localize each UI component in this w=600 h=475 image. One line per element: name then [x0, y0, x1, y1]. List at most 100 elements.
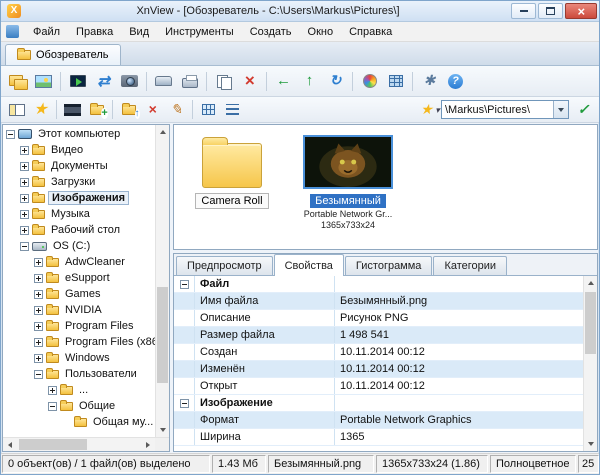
- tree-item-adwcleaner[interactable]: AdwCleaner: [3, 254, 155, 270]
- collapse-minus-icon[interactable]: [180, 280, 189, 289]
- property-row-filename[interactable]: Имя файла Безымянный.png: [174, 293, 583, 310]
- expand-plus-icon[interactable]: [34, 338, 43, 347]
- tab-browser[interactable]: Обозреватель: [5, 44, 121, 65]
- tree-item-esupport[interactable]: eSupport: [3, 270, 155, 286]
- tree-item-os-c[interactable]: OS (C:): [3, 238, 155, 254]
- grid-view-icon[interactable]: [383, 69, 408, 93]
- favorites-button[interactable]: [29, 99, 52, 120]
- maximize-button[interactable]: [538, 3, 563, 19]
- filmstrip-button[interactable]: [61, 99, 84, 120]
- tree-item-public-music[interactable]: Общая му...: [3, 414, 155, 430]
- tree-item-desktop[interactable]: Рабочий стол: [3, 222, 155, 238]
- expand-plus-icon[interactable]: [34, 274, 43, 283]
- expand-plus-icon[interactable]: [34, 290, 43, 299]
- list-view-button[interactable]: [221, 99, 244, 120]
- tree-item-program-files-x86[interactable]: Program Files (x86: [3, 334, 155, 350]
- tab-histogram[interactable]: Гистограмма: [345, 256, 433, 275]
- collapse-minus-icon[interactable]: [48, 402, 57, 411]
- menu-edit[interactable]: Правка: [68, 24, 121, 40]
- tree-item-video[interactable]: Видео: [3, 142, 155, 158]
- view-image-icon[interactable]: [31, 69, 56, 93]
- new-folder-button[interactable]: [85, 99, 108, 120]
- delete-icon[interactable]: [237, 69, 262, 93]
- minimize-button[interactable]: [511, 3, 536, 19]
- acquire-icon[interactable]: [151, 69, 176, 93]
- property-row-filesize[interactable]: Размер файла 1 498 541: [174, 327, 583, 344]
- expand-plus-icon[interactable]: [20, 146, 29, 155]
- tree-item-windows[interactable]: Windows: [3, 350, 155, 366]
- property-row-description[interactable]: Описание Рисунок PNG: [174, 310, 583, 327]
- expand-plus-icon[interactable]: [20, 226, 29, 235]
- tree-item-ellipsis[interactable]: ...: [3, 382, 155, 398]
- scroll-right-button[interactable]: [141, 438, 155, 452]
- property-row-created[interactable]: Создан 10.11.2014 00:12: [174, 344, 583, 361]
- tree-item-pictures[interactable]: Изображения: [3, 190, 155, 206]
- tree-item-downloads[interactable]: Загрузки: [3, 174, 155, 190]
- scrollbar-track[interactable]: [17, 438, 141, 451]
- delete-file-button[interactable]: [141, 99, 164, 120]
- tab-preview[interactable]: Предпросмотр: [176, 256, 273, 275]
- tree-item-music[interactable]: Музыка: [3, 206, 155, 222]
- close-button[interactable]: [565, 3, 597, 19]
- tree-vertical-scrollbar[interactable]: [155, 125, 169, 437]
- rename-button[interactable]: [165, 99, 188, 120]
- tree-horizontal-scrollbar[interactable]: [3, 437, 155, 451]
- expand-plus-icon[interactable]: [34, 306, 43, 315]
- property-row-opened[interactable]: Открыт 10.11.2014 00:12: [174, 378, 583, 395]
- scrollbar-thumb[interactable]: [157, 287, 168, 384]
- expand-plus-icon[interactable]: [34, 322, 43, 331]
- capture-icon[interactable]: [117, 69, 142, 93]
- menu-window[interactable]: Окно: [300, 24, 342, 40]
- collapse-minus-icon[interactable]: [6, 130, 15, 139]
- scroll-left-button[interactable]: [3, 438, 17, 452]
- copy-icon[interactable]: [211, 69, 236, 93]
- tab-properties[interactable]: Свойства: [274, 254, 344, 276]
- menu-help[interactable]: Справка: [341, 24, 400, 40]
- tree-item-nvidia[interactable]: NVIDIA: [3, 302, 155, 318]
- tree-item-documents[interactable]: Документы: [3, 158, 155, 174]
- path-input[interactable]: [442, 101, 553, 118]
- refresh-icon[interactable]: [323, 69, 348, 93]
- scroll-down-button[interactable]: [584, 437, 598, 451]
- collapse-minus-icon[interactable]: [20, 242, 29, 251]
- scrollbar-thumb[interactable]: [585, 292, 596, 354]
- back-icon[interactable]: [271, 69, 296, 93]
- scrollbar-track[interactable]: [584, 290, 597, 437]
- collapse-minus-icon[interactable]: [34, 370, 43, 379]
- print-icon[interactable]: [177, 69, 202, 93]
- slideshow-icon[interactable]: [65, 69, 90, 93]
- help-button[interactable]: [443, 69, 468, 93]
- up-icon[interactable]: [297, 69, 322, 93]
- menu-file[interactable]: Файл: [25, 24, 68, 40]
- expand-plus-icon[interactable]: [20, 210, 29, 219]
- add-favorite-button[interactable]: [415, 99, 438, 120]
- property-row-width[interactable]: Ширина 1365: [174, 429, 583, 446]
- tree-item-public[interactable]: Общие: [3, 398, 155, 414]
- tree-item-this-computer[interactable]: Этот компьютер: [3, 126, 155, 142]
- menu-create[interactable]: Создать: [242, 24, 300, 40]
- tree-item-users[interactable]: Пользователи: [3, 366, 155, 382]
- thumbnail-view-button[interactable]: [197, 99, 220, 120]
- scrollbar-track[interactable]: [156, 139, 169, 423]
- collapse-minus-icon[interactable]: [180, 399, 189, 408]
- properties-vertical-scrollbar[interactable]: [583, 276, 597, 451]
- scroll-up-button[interactable]: [584, 276, 598, 290]
- expand-plus-icon[interactable]: [20, 194, 29, 203]
- property-section-image[interactable]: Изображение: [174, 395, 583, 412]
- go-button[interactable]: [572, 99, 595, 120]
- scroll-down-button[interactable]: [156, 423, 170, 437]
- thumbnail-selected-image[interactable]: Безымянный Portable Network Gr... 1365x7…: [298, 135, 398, 230]
- browse-icon[interactable]: [5, 69, 30, 93]
- scrollbar-thumb[interactable]: [19, 439, 87, 450]
- expand-plus-icon[interactable]: [20, 178, 29, 187]
- title-bar[interactable]: XnView - [Обозреватель - C:\Users\Markus…: [1, 1, 599, 22]
- scroll-up-button[interactable]: [156, 125, 170, 139]
- tab-categories[interactable]: Категории: [433, 256, 507, 275]
- menu-tools[interactable]: Инструменты: [157, 24, 242, 40]
- tree-item-program-files[interactable]: Program Files: [3, 318, 155, 334]
- palette-icon[interactable]: [357, 69, 382, 93]
- expand-plus-icon[interactable]: [34, 258, 43, 267]
- expand-plus-icon[interactable]: [20, 162, 29, 171]
- tree-item-games[interactable]: Games: [3, 286, 155, 302]
- thumbnail-camera-roll[interactable]: Camera Roll: [182, 135, 282, 209]
